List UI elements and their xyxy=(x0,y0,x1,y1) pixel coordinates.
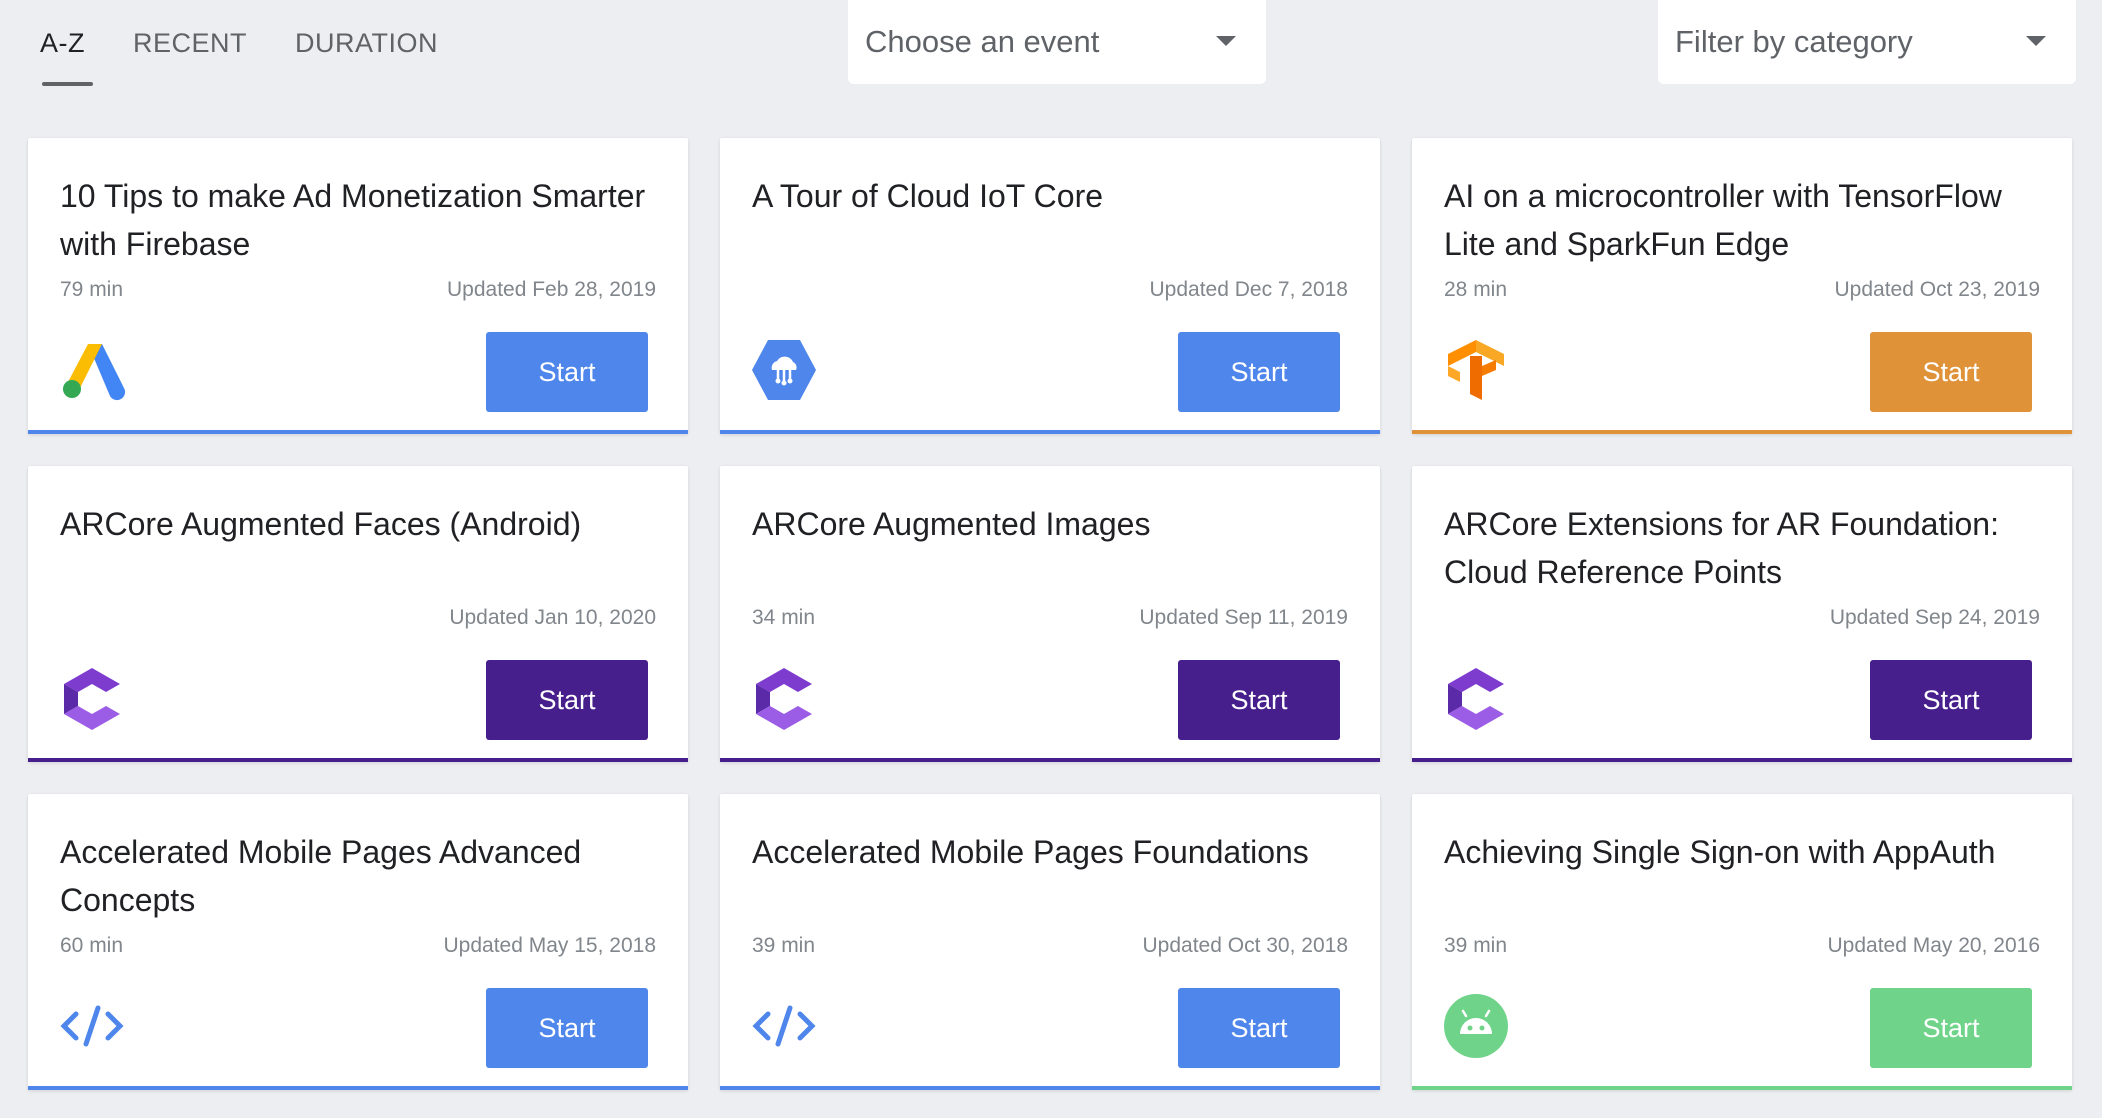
tab-a-z[interactable]: A-Z xyxy=(30,0,95,86)
card-title: ARCore Extensions for AR Foundation: Clo… xyxy=(1444,506,1999,590)
codelab-card: Achieving Single Sign-on with AppAuth 39… xyxy=(1412,794,2072,1090)
start-button[interactable]: Start xyxy=(1178,660,1340,740)
event-select-value: Choose an event xyxy=(865,24,1100,59)
card-duration: 39 min xyxy=(752,934,816,957)
card-duration: 79 min xyxy=(60,278,124,301)
codelab-card: Accelerated Mobile Pages Foundations 39 … xyxy=(720,794,1380,1090)
card-title: 10 Tips to make Ad Monetization Smarter … xyxy=(60,178,646,262)
card-updated: Updated Feb 28, 2019 xyxy=(447,278,656,301)
start-button[interactable]: Start xyxy=(1178,332,1340,412)
start-button[interactable]: Start xyxy=(1178,988,1340,1068)
card-updated: Updated May 20, 2016 xyxy=(1827,934,2040,957)
card-duration: 28 min xyxy=(1444,278,1508,301)
card-color-bar xyxy=(720,430,1380,434)
card-updated: Updated May 15, 2018 xyxy=(443,934,656,957)
card-duration: 34 min xyxy=(752,606,816,629)
sort-tabs: A-Z RECENT DURATION xyxy=(30,0,476,90)
start-button[interactable]: Start xyxy=(1870,988,2032,1068)
dropdown-arrow-icon xyxy=(1216,36,1236,46)
card-updated: Updated Oct 23, 2019 xyxy=(1834,278,2040,301)
google-ads-icon xyxy=(58,336,126,404)
tab-duration[interactable]: DURATION xyxy=(285,0,448,86)
codelab-card: AI on a microcontroller with TensorFlow … xyxy=(1412,138,2072,434)
category-select-value: Filter by category xyxy=(1675,24,1913,59)
dropdown-arrow-icon xyxy=(2026,36,2046,46)
tensorflow-icon xyxy=(1442,336,1510,404)
android-icon xyxy=(1442,992,1510,1060)
codelab-card: ARCore Augmented Faces (Android) Updated… xyxy=(28,466,688,762)
card-color-bar xyxy=(1412,430,2072,434)
top-bar: A-Z RECENT DURATION Choose an event Filt… xyxy=(0,0,2102,110)
tab-recent[interactable]: RECENT xyxy=(123,0,257,86)
event-select[interactable]: Choose an event xyxy=(848,0,1266,84)
card-title: A Tour of Cloud IoT Core xyxy=(752,178,1104,214)
card-title: Accelerated Mobile Pages Foundations xyxy=(752,834,1309,870)
card-updated: Updated Sep 24, 2019 xyxy=(1829,606,2040,629)
card-color-bar xyxy=(28,430,688,434)
card-color-bar xyxy=(720,1086,1380,1090)
start-button[interactable]: Start xyxy=(1870,660,2032,740)
category-select[interactable]: Filter by category xyxy=(1658,0,2076,84)
start-button[interactable]: Start xyxy=(486,332,648,412)
card-title: ARCore Augmented Images xyxy=(752,506,1151,542)
arcore-icon xyxy=(1442,664,1510,732)
arcore-icon xyxy=(750,664,818,732)
cloud-iot-icon xyxy=(750,336,818,404)
codelab-card: A Tour of Cloud IoT Core Updated Dec 7, … xyxy=(720,138,1380,434)
start-button[interactable]: Start xyxy=(1870,332,2032,412)
card-updated: Updated Jan 10, 2020 xyxy=(449,606,656,629)
card-color-bar xyxy=(720,758,1380,762)
card-title: AI on a microcontroller with TensorFlow … xyxy=(1444,178,2002,262)
card-updated: Updated Oct 30, 2018 xyxy=(1142,934,1348,957)
code-icon xyxy=(750,992,818,1060)
card-title: Accelerated Mobile Pages Advanced Concep… xyxy=(60,834,582,918)
codelab-card: Accelerated Mobile Pages Advanced Concep… xyxy=(28,794,688,1090)
card-title: Achieving Single Sign-on with AppAuth xyxy=(1444,834,1996,870)
codelab-card: ARCore Augmented Images 34 min Updated S… xyxy=(720,466,1380,762)
start-button[interactable]: Start xyxy=(486,660,648,740)
card-duration: 60 min xyxy=(60,934,124,957)
codelab-card: 10 Tips to make Ad Monetization Smarter … xyxy=(28,138,688,434)
card-color-bar xyxy=(28,1086,688,1090)
card-updated: Updated Dec 7, 2018 xyxy=(1149,278,1348,301)
code-icon xyxy=(58,992,126,1060)
card-color-bar xyxy=(1412,758,2072,762)
card-duration: 39 min xyxy=(1444,934,1508,957)
arcore-icon xyxy=(58,664,126,732)
start-button[interactable]: Start xyxy=(486,988,648,1068)
codelab-card: ARCore Extensions for AR Foundation: Clo… xyxy=(1412,466,2072,762)
card-color-bar xyxy=(1412,1086,2072,1090)
card-color-bar xyxy=(28,758,688,762)
card-title: ARCore Augmented Faces (Android) xyxy=(60,506,582,542)
card-updated: Updated Sep 11, 2019 xyxy=(1139,606,1348,629)
